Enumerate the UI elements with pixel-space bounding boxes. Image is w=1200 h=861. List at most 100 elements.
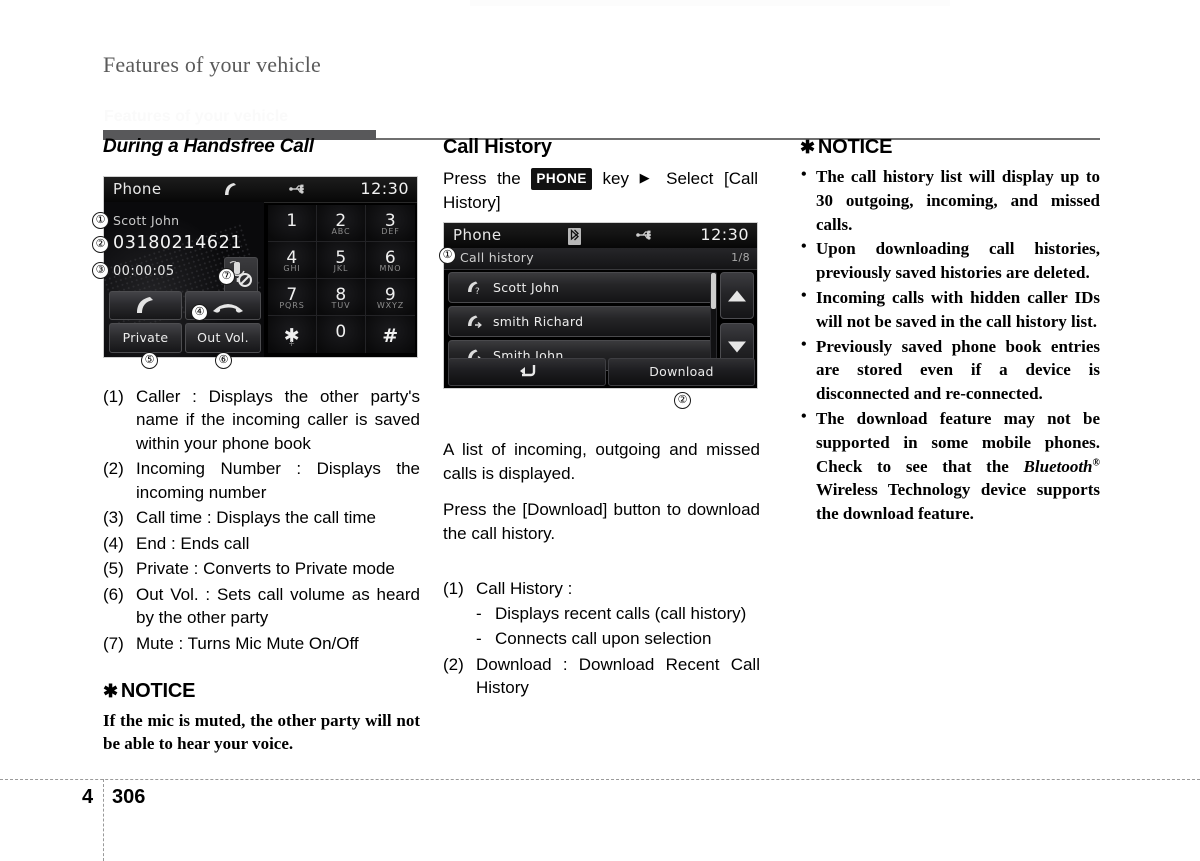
left-section-title: During a Handsfree Call [103, 136, 314, 157]
bluetooth-wordmark: Bluetooth [1023, 456, 1093, 476]
handsfree-call-screenshot: Phone 12:30 Scott John 03180214621 00:00… [92, 176, 418, 369]
item-text: Incoming Number : Displays the incoming … [136, 459, 420, 502]
footer-divider [0, 779, 1200, 780]
notice-bullet: Incoming calls with hidden caller IDs wi… [800, 285, 1100, 334]
key-1[interactable]: 1 [268, 205, 317, 242]
head-unit-call-screen: Phone 12:30 Scott John 03180214621 00:00… [103, 176, 418, 358]
key-2[interactable]: 2 ABC [317, 205, 366, 242]
page-indicator: 1/8 [731, 251, 750, 264]
key-star[interactable]: ✱ + [268, 316, 317, 353]
phone-key-badge: PHONE [531, 168, 592, 191]
list-item[interactable]: ? Scott John [448, 272, 716, 303]
call-action-row [109, 291, 261, 320]
middle-column: Call History Press the PHONE key ▶ Selec… [443, 136, 758, 227]
item-text: Mute : Turns Mic Mute On/Off [136, 633, 359, 653]
callout-5: ⑤ [141, 352, 158, 369]
key-digit: # [382, 325, 399, 347]
key-8[interactable]: 8 TUV [317, 279, 366, 316]
head-unit-history-screen: Phone 12:30 Call history 1/8 ? Scott Joh… [443, 222, 758, 389]
svg-text:?: ? [475, 287, 480, 296]
item-number: - [476, 629, 482, 649]
call-handset-icon [222, 182, 240, 198]
callout-7: ⑦ [218, 268, 235, 285]
key-5[interactable]: 5 JKL [317, 242, 366, 279]
key-3[interactable]: 3 DEF [366, 205, 415, 242]
callout-3: ③ [92, 262, 109, 279]
mid-item-list: (1) Call History : - Displays recent calls… [443, 577, 760, 700]
item-number: (2) [103, 459, 124, 479]
item-number: - [476, 603, 482, 623]
call-option-row: Private Out Vol. [109, 323, 261, 353]
mid-section-title: Call History [443, 136, 552, 158]
history-action-row: Download [448, 358, 755, 386]
left-item-list: (1) Caller : Displays the other party's n… [103, 385, 420, 655]
list-item: (5) Private : Converts to Private mode [103, 557, 420, 580]
item-text: Call time : Displays the call time [136, 508, 376, 528]
registered-mark: ® [1092, 456, 1100, 468]
left-column: During a Handsfree Call [103, 136, 418, 172]
list-item: (1) Call History : [443, 577, 760, 600]
key-digit: 0 [335, 322, 347, 342]
item-text: Displays recent calls (call history) [495, 603, 747, 623]
key-letters: PQRS [279, 301, 305, 310]
notice-bullet-bluetooth: The download feature may not be supporte… [800, 406, 1100, 526]
callout-2: ② [92, 236, 109, 253]
item-number: (7) [103, 633, 124, 653]
status-title: Phone [453, 226, 502, 244]
footer-vertical-divider [103, 779, 104, 861]
scroll-up-button[interactable] [720, 272, 754, 319]
key-letters: ABC [331, 227, 351, 236]
callout-1: ① [439, 247, 456, 264]
status-title: Phone [113, 180, 162, 198]
status-clock: 12:30 [360, 179, 409, 198]
scrollbar-thumb[interactable] [711, 273, 716, 309]
back-button[interactable] [448, 358, 606, 386]
item-text: End : Ends call [136, 533, 250, 553]
asterisk-icon: ✱ [103, 681, 118, 701]
callout-2: ② [674, 392, 691, 409]
key-hash[interactable]: # [366, 316, 415, 353]
private-button[interactable]: Private [109, 323, 182, 353]
key-9[interactable]: 9 WXYZ [366, 279, 415, 316]
answer-call-button[interactable] [109, 291, 182, 320]
list-item: (7) Mute : Turns Mic Mute On/Off [103, 632, 420, 655]
key-letters: TUV [331, 301, 351, 310]
key-4[interactable]: 4 GHI [268, 242, 317, 279]
list-item: (2) Download : Download Recent Call Histo… [443, 653, 760, 700]
call-history-screenshot: Phone 12:30 Call history 1/8 ? Scott Joh… [439, 222, 763, 412]
item-number: (2) [443, 654, 464, 674]
chevron-down-icon [728, 341, 746, 352]
left-item-list-wrap: (1) Caller : Displays the other party's n… [103, 385, 420, 657]
notice-bullet-list: The call history list will display up to… [800, 164, 1100, 526]
call-missed-icon: ? [466, 280, 484, 297]
callout-1: ① [92, 212, 109, 229]
intro-pre: Press the [443, 169, 532, 188]
item-number: (3) [103, 508, 124, 528]
usb-icon [636, 228, 656, 242]
scan-artifact-top [470, 0, 950, 6]
caller-number: 03180214621 [113, 233, 243, 253]
list-item[interactable]: smith Richard [448, 306, 716, 337]
key-6[interactable]: 6 MNO [366, 242, 415, 279]
scrollbar[interactable] [710, 272, 717, 372]
notice-bullet: The call history list will display up to… [800, 164, 1100, 236]
item-number: (5) [103, 559, 124, 579]
out-vol-button[interactable]: Out Vol. [185, 323, 261, 353]
download-button[interactable]: Download [608, 358, 755, 386]
page-number: 306 [112, 786, 146, 808]
status-bar: Phone 12:30 [444, 223, 757, 249]
key-7[interactable]: 7 PQRS [268, 279, 317, 316]
page-title: Features of your vehicle [103, 52, 322, 77]
notice-bullet: Upon downloading call histories, previou… [800, 236, 1100, 285]
back-arrow-icon [514, 364, 540, 379]
notice-body: If the mic is muted, the other party wil… [103, 711, 420, 754]
list-item: (6) Out Vol. : Sets call volume as heard … [103, 583, 420, 630]
key-letters: MNO [379, 264, 402, 273]
key-0[interactable]: 0 [317, 316, 366, 353]
list-item: (1) Caller : Displays the other party's n… [103, 385, 420, 455]
item-text: Out Vol. : Sets call volume as heard by … [136, 584, 420, 628]
usb-icon [289, 182, 309, 196]
item-text: Connects call upon selection [495, 629, 712, 649]
callout-6: ⑥ [215, 352, 232, 369]
item-number: (1) [443, 578, 464, 598]
